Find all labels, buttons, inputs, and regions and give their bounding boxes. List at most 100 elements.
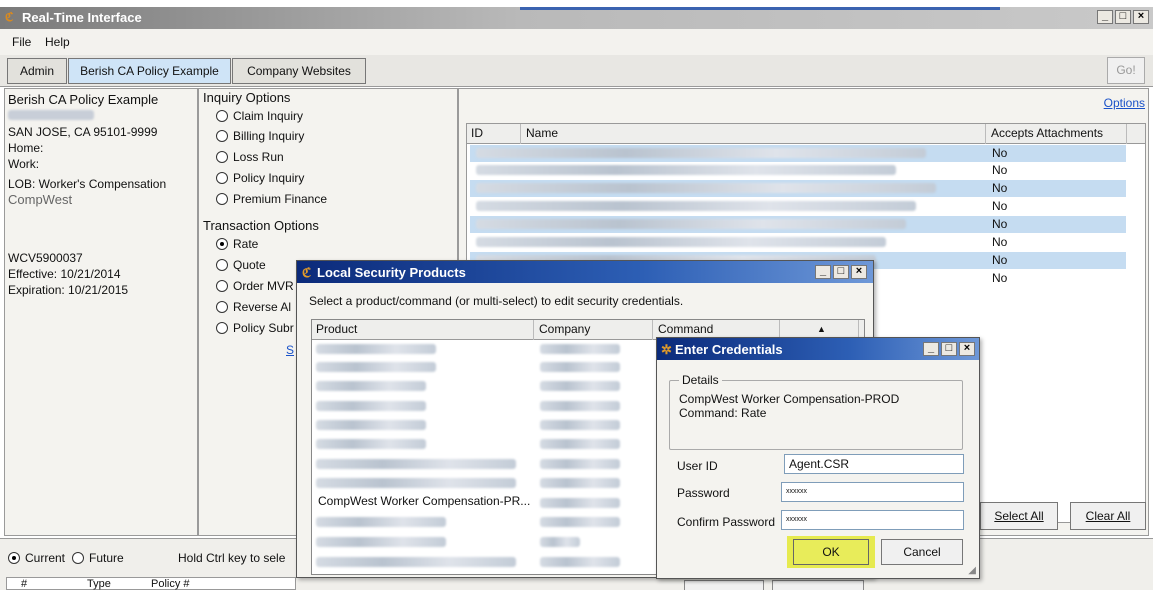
dialog-logo-icon: ℭ <box>302 265 312 280</box>
client-work: Work: <box>8 157 40 171</box>
resize-grip-icon[interactable]: ◢ <box>968 565 976 576</box>
radio-icon[interactable] <box>216 151 228 163</box>
table-header: ID Name Accepts Attachments <box>467 124 1145 144</box>
company-cell <box>540 439 620 449</box>
table-row[interactable]: No <box>470 198 1126 215</box>
option-quote[interactable]: Quote <box>216 258 266 272</box>
product-row[interactable] <box>316 478 516 488</box>
close-icon[interactable]: × <box>1133 10 1149 24</box>
menu-help[interactable]: Help <box>45 35 70 49</box>
minimize-icon[interactable]: _ <box>1097 10 1113 24</box>
radio-checked-icon[interactable] <box>216 238 228 250</box>
company-cell <box>540 478 620 488</box>
company-cell <box>540 344 620 354</box>
user-id-field[interactable]: Agent.CSR <box>784 454 964 474</box>
product-row[interactable] <box>316 537 446 547</box>
table-row[interactable]: No <box>470 216 1126 233</box>
product-row[interactable] <box>316 439 426 449</box>
col-product[interactable]: Product <box>312 320 534 340</box>
cancel-button[interactable]: Cancel <box>881 539 963 565</box>
user-id-label: User ID <box>677 459 718 473</box>
option-policy-inquiry[interactable]: Policy Inquiry <box>216 171 304 185</box>
product-row[interactable] <box>316 381 426 391</box>
col-type[interactable]: Type <box>87 578 111 590</box>
credentials-title: Enter Credentials <box>675 342 783 357</box>
tab-bar: Admin Berish CA Policy Example Company W… <box>0 55 1153 87</box>
radio-icon[interactable] <box>216 322 228 334</box>
key-icon: ✲ <box>661 342 672 357</box>
app-logo-icon: ℭ <box>5 10 14 24</box>
radio-checked-icon[interactable] <box>8 552 20 564</box>
client-carrier: CompWest <box>8 192 73 207</box>
radio-icon[interactable] <box>216 280 228 292</box>
edit-button-partial[interactable] <box>684 580 764 590</box>
tab-admin[interactable]: Admin <box>7 58 67 84</box>
radio-icon[interactable] <box>216 172 228 184</box>
menu-file[interactable]: File <box>12 35 31 49</box>
product-row[interactable] <box>316 344 436 354</box>
option-order-mvr[interactable]: Order MVR <box>216 279 294 293</box>
product-row[interactable] <box>316 557 516 567</box>
go-button[interactable]: Go! <box>1107 57 1145 84</box>
maximize-icon[interactable]: □ <box>1115 10 1131 24</box>
radio-icon[interactable] <box>216 110 228 122</box>
col-accepts[interactable]: Accepts Attachments <box>987 124 1127 144</box>
product-row[interactable] <box>316 420 426 430</box>
col-company[interactable]: Company <box>535 320 653 340</box>
clear-all-button[interactable]: Clear All <box>1070 502 1146 530</box>
options-link[interactable]: Options <box>1104 96 1145 110</box>
select-all-button[interactable]: Select All <box>980 502 1058 530</box>
col-name[interactable]: Name <box>522 124 986 144</box>
option-future[interactable]: Future <box>72 551 124 565</box>
table-row[interactable]: No <box>470 234 1126 251</box>
option-reverse[interactable]: Reverse Al <box>216 300 291 314</box>
option-policy-submit[interactable]: Policy Subr <box>216 321 294 335</box>
col-policy[interactable]: Policy # <box>151 578 190 590</box>
minimize-icon[interactable]: _ <box>815 265 831 279</box>
product-row[interactable] <box>316 459 516 469</box>
radio-icon[interactable] <box>216 130 228 142</box>
option-claim-inquiry[interactable]: Claim Inquiry <box>216 109 303 123</box>
security-dialog-title: Local Security Products <box>317 265 466 280</box>
col-id[interactable]: ID <box>467 124 521 144</box>
tab-policy[interactable]: Berish CA Policy Example <box>68 58 231 84</box>
submit-link[interactable]: S <box>286 343 294 357</box>
radio-icon[interactable] <box>216 259 228 271</box>
close-button-partial[interactable] <box>772 580 864 590</box>
company-cell <box>540 362 620 372</box>
product-row[interactable] <box>316 517 446 527</box>
table-row[interactable]: No <box>470 145 1126 162</box>
product-row[interactable] <box>316 362 436 372</box>
client-lob: LOB: Worker's Compensation <box>8 177 167 191</box>
product-row[interactable] <box>316 401 426 411</box>
option-premium-finance[interactable]: Premium Finance <box>216 192 327 206</box>
company-cell <box>540 459 620 469</box>
table-row[interactable]: No <box>470 180 1126 197</box>
multi-select-hint: Hold Ctrl key to sele <box>178 551 286 565</box>
close-icon[interactable]: × <box>959 342 975 356</box>
ok-button[interactable]: OK <box>793 539 869 565</box>
confirm-password-field[interactable]: xxxxxx <box>781 510 964 530</box>
col-hash[interactable]: # <box>21 578 27 590</box>
radio-icon[interactable] <box>72 552 84 564</box>
tab-company-websites[interactable]: Company Websites <box>232 58 366 84</box>
option-billing-inquiry[interactable]: Billing Inquiry <box>216 129 304 143</box>
maximize-icon[interactable]: □ <box>941 342 957 356</box>
radio-icon[interactable] <box>216 193 228 205</box>
product-row-compwest[interactable]: CompWest Worker Compensation-PR... <box>318 494 530 508</box>
app-title: Real-Time Interface <box>22 10 142 25</box>
minimize-icon[interactable]: _ <box>923 342 939 356</box>
password-field[interactable]: xxxxxx <box>781 482 964 502</box>
option-loss-run[interactable]: Loss Run <box>216 150 284 164</box>
security-dialog-title-bar: ℭ Local Security Products _ □ × <box>297 261 873 283</box>
close-icon[interactable]: × <box>851 265 867 279</box>
confirm-password-label: Confirm Password <box>677 515 776 529</box>
option-current[interactable]: Current <box>8 551 65 565</box>
maximize-icon[interactable]: □ <box>833 265 849 279</box>
company-cell <box>540 557 620 567</box>
transaction-options-title: Transaction Options <box>203 218 319 233</box>
option-rate[interactable]: Rate <box>216 237 258 251</box>
table-row[interactable]: No <box>470 162 1126 179</box>
radio-icon[interactable] <box>216 301 228 313</box>
company-cell <box>540 381 620 391</box>
